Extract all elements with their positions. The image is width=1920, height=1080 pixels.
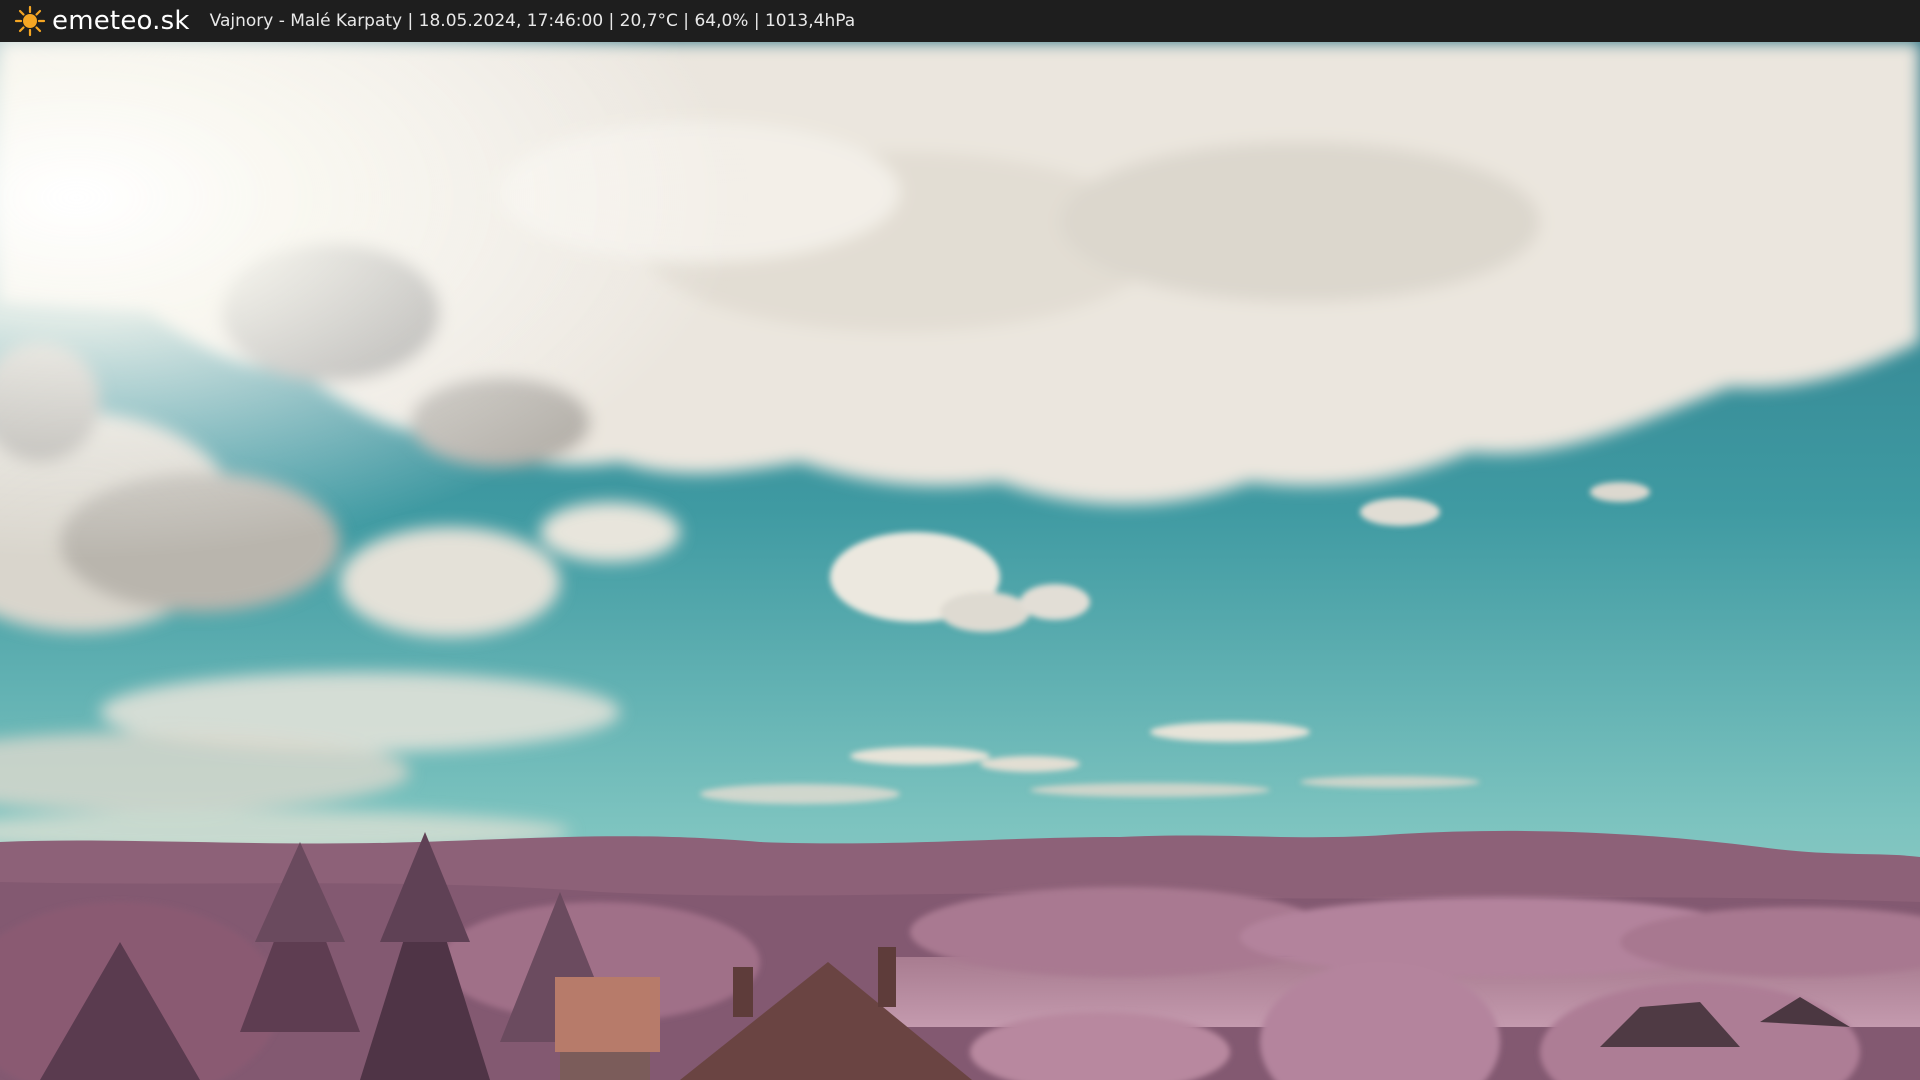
sun-icon <box>14 5 46 37</box>
webcam-header-bar: emeteo.sk Vajnory - Malé Karpaty | 18.05… <box>0 0 1920 42</box>
webcam-image <box>0 42 1920 1080</box>
weather-status-text: Vajnory - Malé Karpaty | 18.05.2024, 17:… <box>209 11 856 31</box>
brand-logo-text[interactable]: emeteo.sk <box>52 6 190 36</box>
